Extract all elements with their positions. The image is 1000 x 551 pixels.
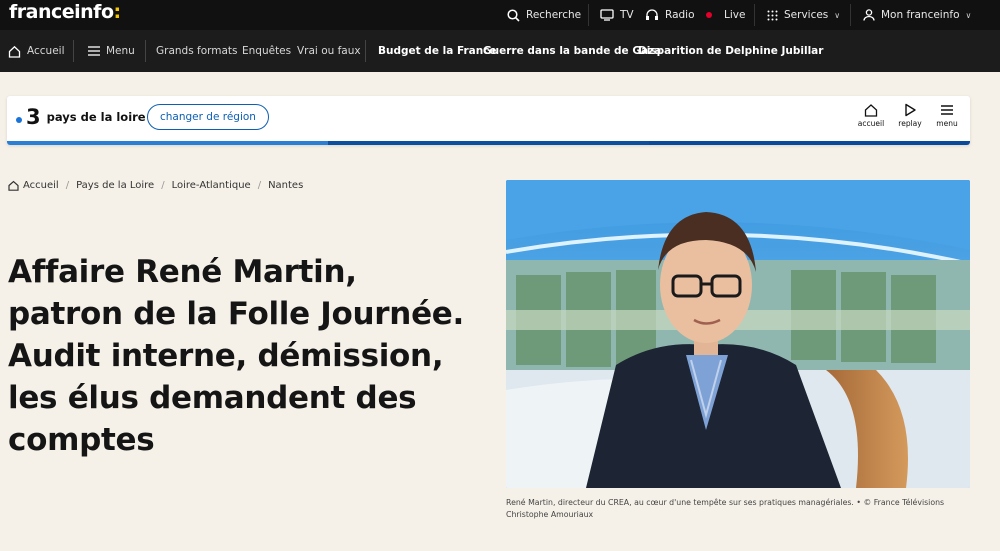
- headline-line: Audit interne, démission,: [8, 338, 444, 374]
- region-menu-label: menu: [936, 119, 958, 128]
- nav-menu-label: Menu: [106, 45, 135, 57]
- channel-number: 3: [26, 105, 41, 129]
- caption-text: René Martin, directeur du CREA, au cœur …: [506, 498, 945, 507]
- topic-jubillar[interactable]: Disparition de Delphine Jubillar: [638, 30, 823, 72]
- divider: [850, 4, 851, 26]
- photo-illustration: [506, 180, 970, 488]
- chevron-down-icon: ∨: [834, 10, 841, 20]
- live-button[interactable]: Live: [706, 0, 745, 30]
- radio-button[interactable]: Radio: [645, 0, 695, 30]
- nav-item-vrai-ou-faux[interactable]: Vrai ou faux: [297, 30, 361, 72]
- hamburger-icon: [941, 105, 953, 115]
- home-icon: [8, 45, 21, 58]
- radio-label: Radio: [665, 9, 695, 21]
- breadcrumb-separator: /: [161, 180, 165, 191]
- article-photo[interactable]: [506, 180, 970, 488]
- article-headline: Affaire René Martin, patron de la Folle …: [8, 251, 478, 461]
- divider: [145, 40, 146, 62]
- nav-menu[interactable]: Menu: [88, 30, 135, 72]
- caption-credit: Christophe Amouriaux: [506, 510, 594, 519]
- user-icon: [863, 9, 875, 21]
- photo-caption: René Martin, directeur du CREA, au cœur …: [506, 497, 970, 521]
- live-label: Live: [724, 9, 746, 21]
- tv-button[interactable]: TV: [600, 0, 634, 30]
- region-home-label: accueil: [857, 119, 885, 128]
- services-label: Services: [784, 9, 829, 21]
- nav-bar: Accueil Menu Grands formats Enquêtes Vra…: [0, 30, 1000, 72]
- account-label: Mon franceinfo: [881, 9, 960, 21]
- home-icon: [8, 180, 19, 191]
- tv-label: TV: [620, 9, 634, 21]
- headline-line: Affaire René Martin,: [8, 254, 357, 290]
- search-label: Recherche: [526, 9, 582, 21]
- live-dot-icon: [706, 12, 712, 18]
- divider: [365, 40, 366, 62]
- franceinfo-logo[interactable]: franceinfo:: [9, 1, 121, 23]
- divider: [588, 4, 589, 26]
- grid-icon: [767, 10, 778, 20]
- breadcrumb-item-city[interactable]: Nantes: [268, 180, 303, 191]
- region-color-bar: [7, 141, 970, 145]
- hamburger-icon: [88, 46, 100, 56]
- headline-line: patron de la Folle Journée.: [8, 296, 464, 332]
- account-button[interactable]: Mon franceinfo ∨: [863, 0, 971, 30]
- home-icon: [864, 104, 878, 117]
- france3-region-logo[interactable]: 3 pays de la loire: [16, 105, 146, 129]
- headline-line: les élus demandent des: [8, 380, 417, 416]
- breadcrumb-item-accueil[interactable]: Accueil: [23, 180, 59, 191]
- headphones-icon: [646, 9, 658, 20]
- logo-dot-icon: [16, 117, 22, 123]
- nav-item-grands-formats[interactable]: Grands formats: [156, 30, 238, 72]
- divider: [73, 40, 74, 62]
- nav-home-label: Accueil: [27, 45, 65, 57]
- services-button[interactable]: Services ∨: [767, 0, 840, 30]
- nav-item-enquetes[interactable]: Enquêtes: [242, 30, 291, 72]
- breadcrumb-separator: /: [65, 180, 70, 191]
- region-home-button[interactable]: accueil: [853, 103, 889, 128]
- tv-icon: [600, 9, 614, 21]
- nav-home[interactable]: Accueil: [8, 30, 65, 72]
- search-button[interactable]: Recherche: [507, 0, 581, 30]
- breadcrumb-item-department[interactable]: Loire-Atlantique: [172, 180, 251, 191]
- topic-gaza[interactable]: Guerre dans la bande de Gaza: [483, 30, 661, 72]
- region-menu-button[interactable]: menu: [929, 103, 965, 128]
- topic-budget[interactable]: Budget de la France: [378, 30, 497, 72]
- top-bar: franceinfo: Recherche TV Radio Live Serv…: [0, 0, 1000, 30]
- region-name: pays de la loire: [46, 110, 146, 124]
- region-header: 3 pays de la loire changer de région acc…: [7, 96, 970, 145]
- search-icon: [507, 8, 520, 22]
- divider: [754, 4, 755, 26]
- headline-line: comptes: [8, 422, 155, 458]
- chevron-down-icon: ∨: [965, 10, 972, 20]
- breadcrumb-separator: /: [257, 180, 262, 191]
- breadcrumb-item-region[interactable]: Pays de la Loire: [76, 180, 154, 191]
- play-icon: [905, 103, 916, 117]
- breadcrumb: Accueil / Pays de la Loire / Loire-Atlan…: [8, 180, 303, 191]
- replay-label: replay: [898, 119, 922, 128]
- replay-button[interactable]: replay: [892, 103, 928, 128]
- change-region-button[interactable]: changer de région: [147, 104, 269, 130]
